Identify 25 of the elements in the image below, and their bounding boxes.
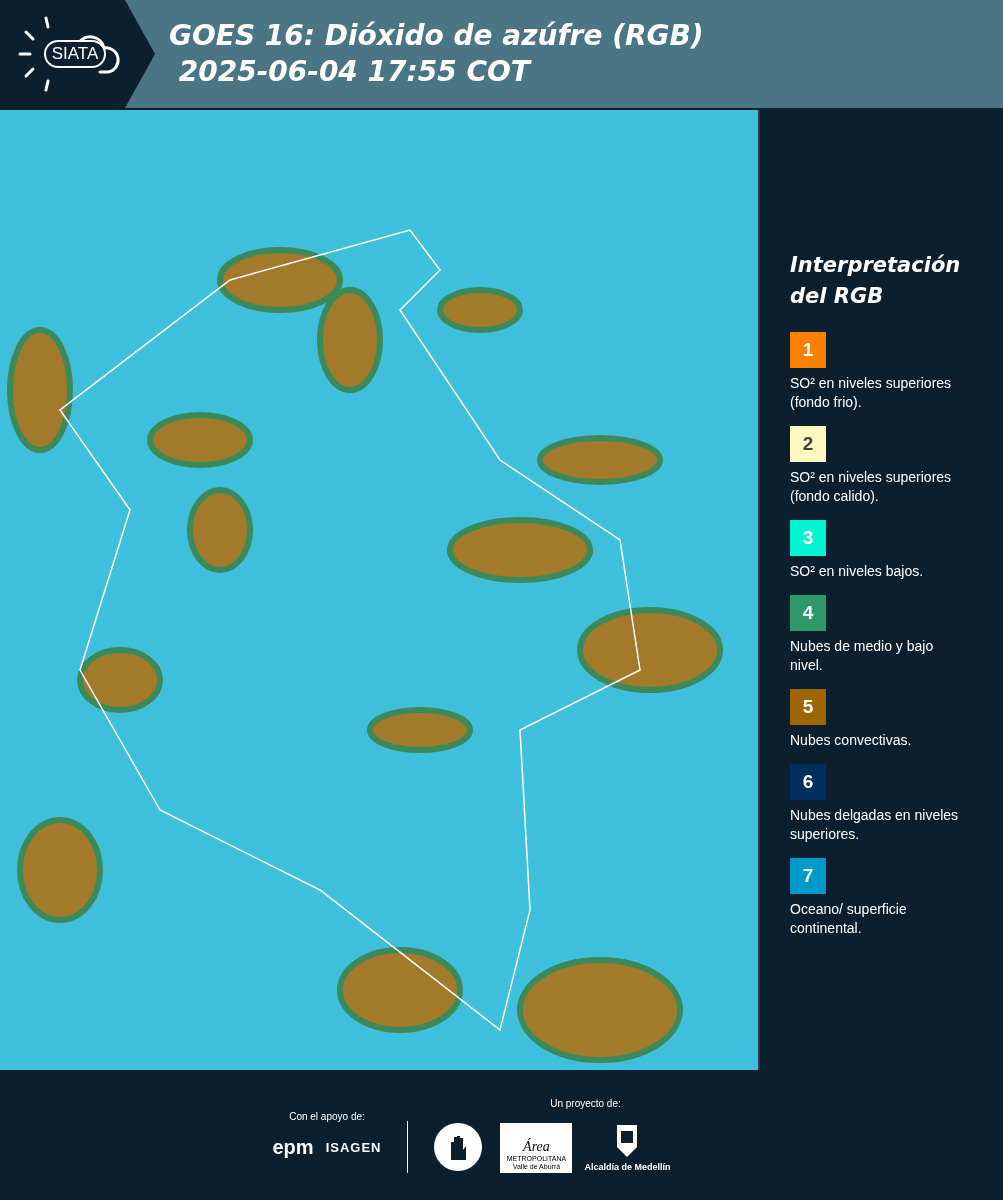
legend-swatch: 6 — [790, 764, 826, 800]
title: GOES 16: Dióxido de azúfre (RGB) — [169, 18, 704, 54]
legend-description: SO² en niveles bajos. — [790, 562, 925, 581]
legend-swatch: 2 — [790, 426, 826, 462]
legend-swatch: 5 — [790, 689, 826, 725]
legend-swatch: 4 — [790, 595, 826, 631]
legend-description: Oceano/ superficie continental. — [790, 900, 908, 938]
coat-of-arms-icon — [615, 1123, 640, 1159]
legend-swatch: 3 — [790, 520, 826, 556]
legend-description: SO² en niveles superiores (fondo calido). — [790, 468, 953, 506]
logo-text: SIATA — [43, 40, 107, 68]
sponsor-logo: epm — [272, 1136, 314, 1159]
project-label: Un proyecto de: — [550, 1097, 621, 1109]
support-label: Con el apoyo de: — [289, 1111, 365, 1122]
timestamp: 2025-06-04 17:55 COT — [177, 54, 533, 90]
legend-title: Interpretación del RGB — [790, 252, 962, 310]
legend-description: Nubes convectivas. — [790, 731, 913, 750]
legend-description: Nubes delgadas en niveles superiores. — [790, 806, 960, 844]
alcaldia-logo-text: Alcaldía de Medellín — [584, 1162, 671, 1172]
sponsor-logo: ISAGEN — [325, 1140, 382, 1155]
legend-swatch: 1 — [790, 332, 826, 368]
area-logo-name: Área — [523, 1138, 550, 1155]
legend-description: SO² en niveles superiores (fondo frio). — [790, 374, 953, 412]
legend-swatch: 7 — [790, 858, 826, 894]
legend-description: Nubes de medio y bajo nivel. — [790, 637, 935, 675]
